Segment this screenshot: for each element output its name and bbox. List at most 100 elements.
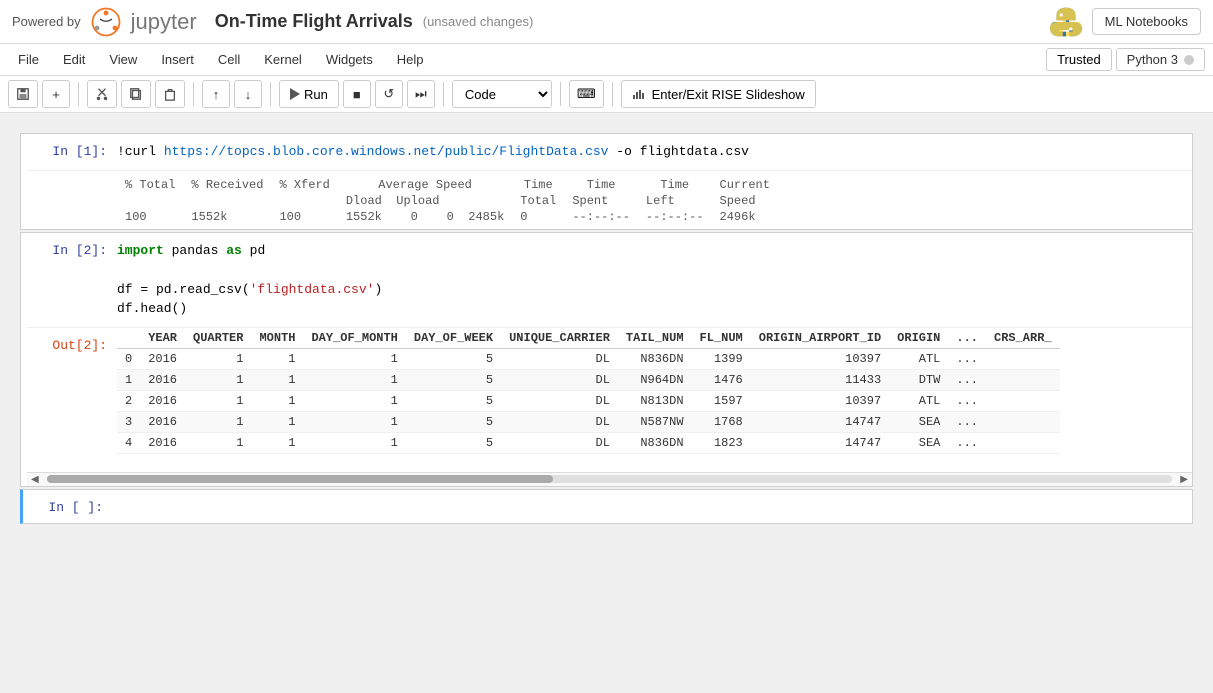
empty-cell-content[interactable]	[113, 498, 1184, 513]
toolbar-separator-1	[78, 82, 79, 106]
output-table: YEAR QUARTER MONTH DAY_OF_MONTH DAY_OF_W…	[117, 328, 1060, 454]
empty-cell-input: In [ ]:	[23, 490, 1192, 523]
menu-view[interactable]: View	[99, 48, 147, 71]
keyboard-shortcuts-button[interactable]: ⌨	[569, 80, 604, 108]
row-1-carrier: DL	[501, 369, 618, 390]
cut-icon	[95, 87, 109, 101]
jupyter-logo-icon	[91, 7, 121, 37]
cell-2-prompt: In [2]:	[27, 241, 117, 258]
scroll-left-arrow[interactable]: ◀	[31, 474, 39, 485]
rows-info	[117, 458, 1192, 468]
table-header-row: YEAR QUARTER MONTH DAY_OF_MONTH DAY_OF_W…	[117, 328, 1060, 349]
cell-2: In [2]: import pandas as pd df = pd.read…	[20, 232, 1193, 487]
cell-1-prompt: In [1]:	[27, 142, 117, 159]
curl-col-time: Time	[512, 177, 564, 193]
scroll-thumb[interactable]	[47, 475, 553, 483]
code-line-head: df.head()	[117, 299, 1184, 319]
toolbar-separator-3	[270, 82, 271, 106]
trusted-button[interactable]: Trusted	[1046, 48, 1112, 71]
restart-button[interactable]: ↺	[375, 80, 403, 108]
cell-1-code[interactable]: !curl https://topcs.blob.core.windows.ne…	[117, 142, 1184, 162]
menu-cell[interactable]: Cell	[208, 48, 250, 71]
cut-button[interactable]	[87, 80, 117, 108]
row-4-month: 1	[251, 432, 303, 453]
row-2-month: 1	[251, 390, 303, 411]
cell-1-output-prompt	[27, 175, 117, 225]
cell-2-code[interactable]: import pandas as pd df = pd.read_csv('fl…	[117, 241, 1184, 319]
copy-button[interactable]	[121, 80, 151, 108]
curl-header-row: % Total % Received % Xferd Average Speed…	[117, 177, 778, 193]
add-cell-button[interactable]: +	[42, 80, 70, 108]
rise-slideshow-button[interactable]: Enter/Exit RISE Slideshow	[621, 80, 816, 108]
row-idx-2: 2	[117, 390, 140, 411]
bar-chart-icon	[632, 89, 646, 99]
col-index	[117, 328, 140, 349]
row-2-dow: 5	[406, 390, 501, 411]
curl-col-time-left: Time	[638, 177, 712, 193]
scroll-track[interactable]	[47, 475, 1172, 483]
code-line-import: import pandas as pd	[117, 241, 1184, 261]
row-4-ellipsis: ...	[948, 432, 986, 453]
col-crs-arr: CRS_ARR_	[986, 328, 1060, 349]
jupyter-icon	[91, 7, 121, 37]
empty-cell-prompt: In [ ]:	[23, 498, 113, 515]
row-3-year: 2016	[140, 411, 185, 432]
curl-table: % Total % Received % Xferd Average Speed…	[117, 177, 778, 225]
save-icon	[16, 87, 30, 101]
row-0-tail: N836DN	[618, 348, 692, 369]
save-button[interactable]	[8, 80, 38, 108]
cell-1-input: In [1]: !curl https://topcs.blob.core.wi…	[27, 134, 1192, 170]
row-2-dom: 1	[303, 390, 405, 411]
row-idx-1: 1	[117, 369, 140, 390]
row-2-flnum: 1597	[692, 390, 751, 411]
menu-file[interactable]: File	[8, 48, 49, 71]
toolbar: + ↑ ↓ Run ■ ↺ ⏭ Code Markdown Raw NBConv…	[0, 76, 1213, 113]
code-line-readcsv: df = pd.read_csv('flightdata.csv')	[117, 280, 1184, 300]
table-row: 1 2016 1 1 1 5 DL N964DN 1476	[117, 369, 1060, 390]
row-3-airport-id: 14747	[751, 411, 889, 432]
run-button[interactable]: Run	[279, 80, 339, 108]
empty-cell-textfield[interactable]	[113, 498, 1184, 513]
code-line-1: !curl https://topcs.blob.core.windows.ne…	[117, 142, 1184, 162]
menu-edit[interactable]: Edit	[53, 48, 95, 71]
cell-1-wrapper: In [1]: !curl https://topcs.blob.core.wi…	[21, 134, 1192, 229]
curl-sub-1	[117, 193, 183, 209]
scroll-right-arrow[interactable]: ▶	[1180, 474, 1188, 485]
col-day-of-week: DAY_OF_WEEK	[406, 328, 501, 349]
restart-run-button[interactable]: ⏭	[407, 80, 435, 108]
stop-button[interactable]: ■	[343, 80, 371, 108]
table-row: 3 2016 1 1 1 5 DL N587NW 1768	[117, 411, 1060, 432]
row-0-airport-id: 10397	[751, 348, 889, 369]
row-1-quarter: 1	[185, 369, 251, 390]
col-tail-num: TAIL_NUM	[618, 328, 692, 349]
move-down-button[interactable]: ↓	[234, 80, 262, 108]
col-month: MONTH	[251, 328, 303, 349]
row-2-carrier: DL	[501, 390, 618, 411]
row-1-tail: N964DN	[618, 369, 692, 390]
curl-sub-speed: Speed	[712, 193, 778, 209]
menu-insert[interactable]: Insert	[151, 48, 204, 71]
row-2-airport-id: 10397	[751, 390, 889, 411]
move-up-button[interactable]: ↑	[202, 80, 230, 108]
row-4-quarter: 1	[185, 432, 251, 453]
ml-notebooks-button[interactable]: ML Notebooks	[1092, 8, 1201, 35]
row-idx-3: 3	[117, 411, 140, 432]
row-4-airport-id: 14747	[751, 432, 889, 453]
topbar: Powered by jupyter On-Time Flight Arriva…	[0, 0, 1213, 44]
rise-label: Enter/Exit RISE Slideshow	[652, 87, 805, 102]
table-container[interactable]: YEAR QUARTER MONTH DAY_OF_MONTH DAY_OF_W…	[117, 328, 1192, 472]
horizontal-scrollbar[interactable]: ◀ ▶	[27, 472, 1192, 486]
paste-icon	[163, 87, 177, 101]
menu-widgets[interactable]: Widgets	[316, 48, 383, 71]
col-year: YEAR	[140, 328, 185, 349]
paste-button[interactable]	[155, 80, 185, 108]
row-3-flnum: 1768	[692, 411, 751, 432]
row-3-dom: 1	[303, 411, 405, 432]
row-2-origin: ATL	[889, 390, 948, 411]
cell-type-select[interactable]: Code Markdown Raw NBConvert	[452, 80, 552, 108]
menu-help[interactable]: Help	[387, 48, 434, 71]
row-1-dow: 5	[406, 369, 501, 390]
menu-kernel[interactable]: Kernel	[254, 48, 312, 71]
row-3-tail: N587NW	[618, 411, 692, 432]
notebook-title[interactable]: On-Time Flight Arrivals	[215, 11, 413, 32]
